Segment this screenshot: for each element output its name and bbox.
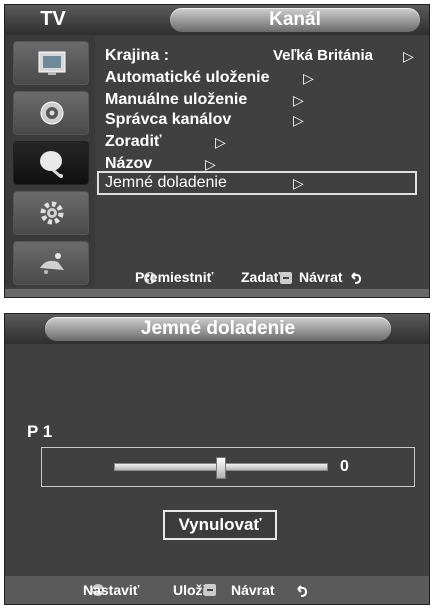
menu-item-auto-store[interactable]: Automatické uloženie xyxy=(105,67,269,89)
arrow-right-icon: ▷ xyxy=(303,70,314,86)
sidebar-item-sound[interactable] xyxy=(13,91,89,135)
setup-icon xyxy=(40,201,64,225)
sidebar-item-channel[interactable] xyxy=(13,141,89,185)
fine-tune-title: Jemné doladenie xyxy=(45,317,391,341)
sidebar xyxy=(5,35,95,287)
menu-footer: Premiestniť Zadať Návrat xyxy=(95,265,429,289)
menu-item-label: Názov xyxy=(105,155,153,172)
menu-item-manual-store[interactable]: Manuálne uloženie xyxy=(105,89,247,111)
footer-back-label: Návrat xyxy=(231,582,275,598)
input-icon xyxy=(40,253,64,274)
menu-item-channel-manager[interactable]: Správca kanálov xyxy=(105,109,231,131)
footer-enter-label: Zadať xyxy=(241,269,281,285)
footer-adjust-label: Nastaviť xyxy=(83,582,140,598)
arrow-right-icon: ▷ xyxy=(293,92,304,108)
save-icon xyxy=(204,584,216,596)
menu-item-label: Manuálne uloženie xyxy=(105,91,248,108)
arrow-right-icon: ▷ xyxy=(293,112,304,128)
footer-back-label: Návrat xyxy=(299,269,343,285)
reset-button[interactable]: Vynulovať xyxy=(163,510,277,540)
return-icon xyxy=(351,272,362,284)
menu-item-label: Automatické uloženie xyxy=(105,69,270,86)
sidebar-item-input[interactable] xyxy=(13,241,89,285)
sound-icon xyxy=(40,101,64,125)
country-value: Veľká Británia xyxy=(273,47,373,64)
fine-tune-panel: Jemné doladenie P 1 0 Vynulovať Nastaviť… xyxy=(4,313,430,605)
menu-item-fine-tune[interactable]: Jemné doladenie xyxy=(105,172,227,194)
sidebar-item-setup[interactable] xyxy=(13,191,89,235)
channel-menu-panel: TV Kanál Krajina: Veľká Británia ▷ Auto… xyxy=(4,4,430,298)
enter-icon xyxy=(280,272,292,284)
channel-number: P 1 xyxy=(27,422,53,441)
menu-header: TV Kanál xyxy=(5,5,429,35)
fine-tune-footer: Nastaviť Uložiť Návrat xyxy=(5,576,429,604)
tv-label: TV xyxy=(40,8,66,30)
menu-item-country[interactable]: Krajina : xyxy=(105,45,169,67)
arrow-right-icon: ▷ xyxy=(215,134,226,150)
menu-item-label: Krajina : xyxy=(105,47,170,64)
slider-thumb[interactable] xyxy=(216,457,226,479)
menu-item-label: Správca kanálov xyxy=(105,111,232,128)
fine-tune-slider-box: 0 xyxy=(41,447,415,487)
picture-icon xyxy=(38,51,66,75)
arrow-right-icon: ▷ xyxy=(293,175,304,191)
menu-item-label: Zoradiť xyxy=(105,133,162,150)
menu-item-sort[interactable]: Zoradiť xyxy=(105,131,162,153)
menu-title: Kanál xyxy=(170,8,420,32)
menu-list: Krajina : Veľká Británia ▷ Automatické u… xyxy=(97,35,427,275)
footer-move-label: Premiestniť xyxy=(135,269,214,285)
fine-tune-header: Jemné doladenie xyxy=(5,314,429,344)
menu-item-label: Jemné doladenie xyxy=(105,174,227,191)
arrow-right-icon: ▷ xyxy=(403,48,414,64)
sidebar-item-picture[interactable] xyxy=(13,41,89,85)
channel-icon xyxy=(40,151,63,178)
return-icon xyxy=(297,585,308,597)
slider-value: 0 xyxy=(340,458,349,475)
menu-bottom-strip xyxy=(5,289,429,297)
